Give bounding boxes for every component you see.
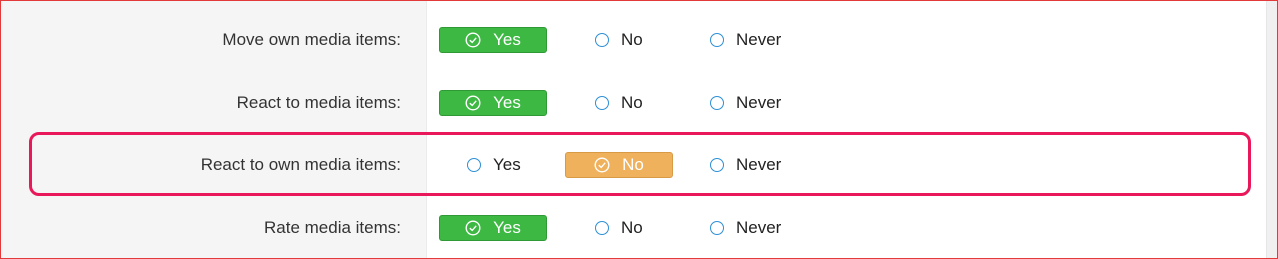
radio-circle-icon: [710, 33, 724, 47]
no-label: No: [621, 30, 643, 49]
yes-radio[interactable]: Yes: [467, 152, 521, 178]
permission-label: React to media items:: [236, 93, 401, 112]
yes-label: Yes: [493, 155, 521, 174]
check-circle-icon: [594, 157, 610, 173]
yes-label: Yes: [493, 30, 521, 49]
permission-row-rate-media: Rate media items: Yes No Never: [1, 208, 1267, 248]
check-circle-icon: [465, 32, 481, 48]
yes-label: Yes: [493, 218, 521, 237]
no-radio[interactable]: No: [595, 215, 643, 241]
never-radio[interactable]: Never: [710, 90, 781, 116]
radio-circle-icon: [710, 221, 724, 235]
permission-label: React to own media items:: [200, 155, 401, 174]
no-label: No: [621, 218, 643, 237]
check-circle-icon: [465, 220, 481, 236]
radio-circle-icon: [467, 158, 481, 172]
radio-circle-icon: [595, 96, 609, 110]
never-label: Never: [736, 218, 782, 237]
never-radio[interactable]: Never: [710, 152, 781, 178]
never-radio[interactable]: Never: [710, 215, 781, 241]
no-button-selected[interactable]: No: [565, 152, 673, 178]
never-label: Never: [736, 155, 782, 174]
never-label: Never: [736, 30, 782, 49]
yes-label: Yes: [493, 93, 521, 112]
permission-label: Rate media items:: [264, 218, 401, 237]
no-radio[interactable]: No: [595, 27, 643, 53]
no-label: No: [622, 155, 644, 174]
yes-button-selected[interactable]: Yes: [439, 215, 547, 241]
permission-row-react-to-media: React to media items: Yes No Never: [1, 83, 1267, 123]
check-circle-icon: [465, 95, 481, 111]
no-label: No: [621, 93, 643, 112]
radio-circle-icon: [710, 158, 724, 172]
permissions-panel: Move own media items: Yes No Never React…: [0, 0, 1278, 259]
radio-circle-icon: [595, 33, 609, 47]
radio-circle-icon: [710, 96, 724, 110]
no-radio[interactable]: No: [595, 90, 643, 116]
never-label: Never: [736, 93, 782, 112]
permission-label: Move own media items:: [222, 30, 401, 49]
never-radio[interactable]: Never: [710, 27, 781, 53]
permission-row-move-own-media: Move own media items: Yes No Never: [1, 20, 1267, 60]
yes-button-selected[interactable]: Yes: [439, 90, 547, 116]
permission-row-react-to-own-media: React to own media items: Yes No Never: [1, 145, 1267, 185]
scrollbar[interactable]: [1266, 1, 1277, 258]
radio-circle-icon: [595, 221, 609, 235]
yes-button-selected[interactable]: Yes: [439, 27, 547, 53]
